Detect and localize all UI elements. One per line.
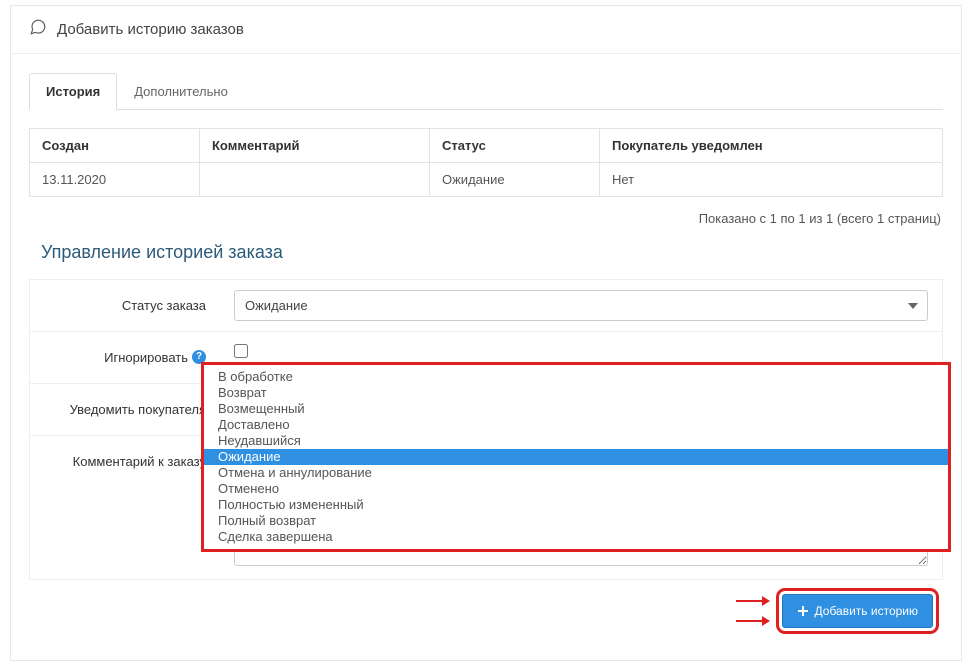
status-option[interactable]: Отмена и аннулирование bbox=[204, 465, 948, 481]
status-option[interactable]: Возмещенный bbox=[204, 401, 948, 417]
label-status: Статус заказа bbox=[30, 280, 220, 331]
cell-status: Ожидание bbox=[430, 163, 600, 197]
status-option[interactable]: Отменено bbox=[204, 481, 948, 497]
table-header-row: Создан Комментарий Статус Покупатель уве… bbox=[30, 129, 943, 163]
status-select[interactable]: Ожидание bbox=[234, 290, 928, 321]
status-option[interactable]: Возврат bbox=[204, 385, 948, 401]
arrow-icon bbox=[736, 596, 770, 606]
panel-header: Добавить историю заказов bbox=[11, 6, 961, 54]
label-comment: Комментарий к заказу bbox=[30, 436, 220, 579]
status-dropdown[interactable]: В обработкеВозвратВозмещенныйДоставленоН… bbox=[201, 362, 951, 552]
add-history-button[interactable]: Добавить историю bbox=[782, 594, 933, 628]
footer-actions: Добавить историю bbox=[29, 580, 943, 642]
order-history-panel: Добавить историю заказов История Дополни… bbox=[10, 5, 962, 661]
table-row: 13.11.2020 Ожидание Нет bbox=[30, 163, 943, 197]
pagination-info: Показано с 1 по 1 из 1 (всего 1 страниц) bbox=[29, 197, 943, 228]
panel-title: Добавить историю заказов bbox=[57, 21, 244, 38]
cell-created: 13.11.2020 bbox=[30, 163, 200, 197]
label-notify: Уведомить покупателя bbox=[30, 384, 220, 435]
row-status: Статус заказа Ожидание bbox=[29, 279, 943, 332]
tab-additional[interactable]: Дополнительно bbox=[117, 73, 245, 110]
tab-history[interactable]: История bbox=[29, 73, 117, 110]
col-comment: Комментарий bbox=[200, 129, 430, 163]
cell-comment bbox=[200, 163, 430, 197]
section-title: Управление историей заказа bbox=[41, 242, 943, 263]
col-created: Создан bbox=[30, 129, 200, 163]
col-status: Статус bbox=[430, 129, 600, 163]
comment-icon bbox=[29, 18, 47, 41]
ignore-checkbox[interactable] bbox=[234, 344, 248, 358]
status-option[interactable]: Полный возврат bbox=[204, 513, 948, 529]
plus-icon bbox=[797, 605, 809, 617]
status-option[interactable]: Ожидание bbox=[204, 449, 948, 465]
col-notified: Покупатель уведомлен bbox=[600, 129, 943, 163]
status-option[interactable]: Полностью измененный bbox=[204, 497, 948, 513]
cell-notified: Нет bbox=[600, 163, 943, 197]
status-option[interactable]: В обработке bbox=[204, 365, 948, 385]
tabs: История Дополнительно bbox=[29, 72, 943, 110]
annotation-arrows bbox=[736, 596, 774, 626]
label-ignore: Игнорировать ? bbox=[30, 332, 220, 383]
panel-body: История Дополнительно Создан Комментарий… bbox=[11, 54, 961, 660]
add-history-label: Добавить историю bbox=[815, 604, 918, 618]
history-table: Создан Комментарий Статус Покупатель уве… bbox=[29, 128, 943, 197]
arrow-icon bbox=[736, 616, 770, 626]
status-option[interactable]: Сделка завершена bbox=[204, 529, 948, 549]
status-option[interactable]: Доставлено bbox=[204, 417, 948, 433]
status-option[interactable]: Неудавшийся bbox=[204, 433, 948, 449]
